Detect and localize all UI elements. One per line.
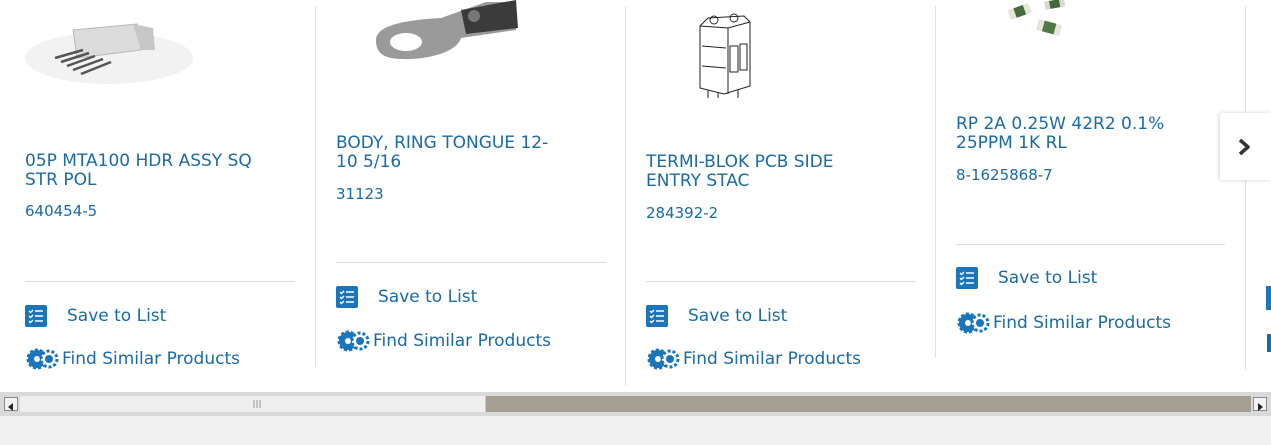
checklist-icon (956, 267, 978, 289)
divider (25, 281, 295, 282)
save-to-list-label: Save to List (998, 268, 1098, 288)
product-title[interactable]: BODY, RING TONGUE 12- 10 5/16 (336, 134, 621, 172)
product-image-terminal-block[interactable] (694, 6, 754, 100)
checklist-icon (336, 286, 358, 308)
find-similar-label: Find Similar Products (373, 331, 551, 351)
product-image-ring-terminal[interactable] (366, 0, 526, 70)
save-to-list-label: Save to List (67, 306, 167, 326)
product-title[interactable]: TERMI-BLOK PCB SIDE ENTRY STAC (646, 153, 931, 191)
product-card: RP 2A 0.25W 42R2 0.1% 25PPM 1K RL 8-1625… (936, 0, 1245, 392)
next-card-gear-icon-peek (1267, 334, 1271, 352)
grip-icon (253, 400, 261, 408)
product-title[interactable]: 05P MTA100 HDR ASSY SQ STR POL (25, 152, 310, 190)
scroll-thumb[interactable] (20, 396, 486, 412)
product-image-connector-header[interactable] (25, 6, 195, 86)
product-carousel: 05P MTA100 HDR ASSY SQ STR POL 640454-5 … (0, 0, 1271, 392)
page-background (0, 416, 1271, 445)
save-to-list-label: Save to List (378, 287, 478, 307)
product-card: TERMI-BLOK PCB SIDE ENTRY STAC 284392-2 … (626, 0, 935, 392)
save-to-list-button[interactable]: Save to List (956, 267, 1097, 289)
carousel-next-button[interactable] (1220, 113, 1271, 180)
find-similar-products-button[interactable]: Find Similar Products (956, 312, 1171, 334)
divider (646, 281, 916, 282)
product-part-number[interactable]: 284392-2 (646, 204, 718, 222)
scroll-right-button[interactable] (1253, 397, 1267, 411)
gears-icon (336, 330, 370, 352)
scroll-track[interactable] (20, 396, 1251, 412)
product-part-number[interactable]: 640454-5 (25, 202, 97, 220)
find-similar-products-button[interactable]: Find Similar Products (336, 330, 551, 352)
save-to-list-label: Save to List (688, 306, 788, 326)
next-card-save-icon-peek (1266, 286, 1271, 310)
save-to-list-button[interactable]: Save to List (25, 305, 166, 327)
product-card: BODY, RING TONGUE 12- 10 5/16 31123 Save… (316, 0, 625, 392)
card-separator (1245, 6, 1246, 370)
divider (336, 262, 606, 263)
find-similar-products-button[interactable]: Find Similar Products (25, 348, 240, 370)
save-to-list-button[interactable]: Save to List (646, 305, 787, 327)
product-image-resistor-chips[interactable] (1001, 0, 1081, 42)
find-similar-label: Find Similar Products (62, 349, 240, 369)
gears-icon (956, 312, 990, 334)
product-title[interactable]: RP 2A 0.25W 42R2 0.1% 25PPM 1K RL (956, 115, 1241, 153)
gears-icon (25, 348, 59, 370)
product-part-number[interactable]: 8-1625868-7 (956, 166, 1053, 184)
save-to-list-button[interactable]: Save to List (336, 286, 477, 308)
divider (956, 244, 1225, 245)
find-similar-label: Find Similar Products (993, 313, 1171, 333)
checklist-icon (25, 305, 47, 327)
gears-icon (646, 348, 680, 370)
scroll-left-button[interactable] (4, 397, 18, 411)
find-similar-products-button[interactable]: Find Similar Products (646, 348, 861, 370)
product-part-number[interactable]: 31123 (336, 185, 384, 203)
horizontal-scrollbar[interactable] (0, 392, 1271, 416)
product-card: 05P MTA100 HDR ASSY SQ STR POL 640454-5 … (0, 0, 315, 392)
find-similar-label: Find Similar Products (683, 349, 861, 369)
checklist-icon (646, 305, 668, 327)
